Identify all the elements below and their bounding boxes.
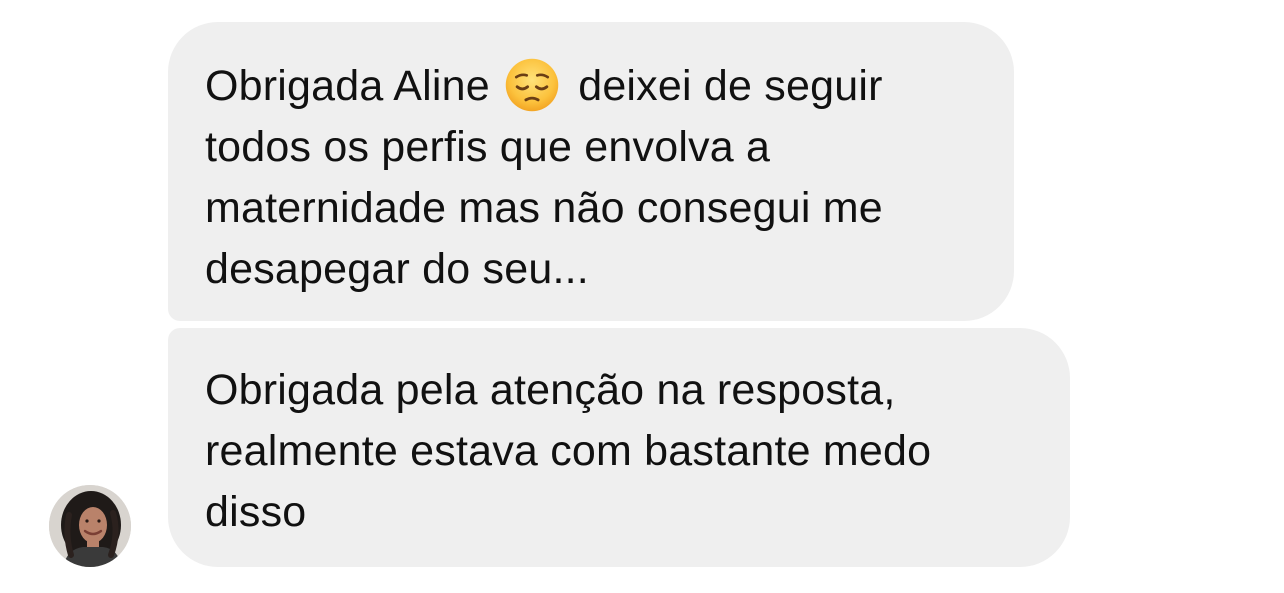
message-bubble-1[interactable]: Obrigada Aline deixei de seguir todos os… [168, 22, 1014, 321]
message-2-line-2: realmente estava com bastante medo [205, 427, 932, 475]
message-2-line-1: Obrigada pela atenção na resposta, [205, 366, 896, 414]
message-1-line-2: todos os perfis que envolva a [205, 123, 771, 171]
message-bubble-2[interactable]: Obrigada pela atenção na resposta, realm… [168, 328, 1070, 567]
profile-photo-icon [49, 485, 131, 567]
message-1-line-1-start: Obrigada Aline [205, 62, 490, 110]
message-2-line-3: disso [205, 488, 307, 536]
message-1-line-3: maternidade mas não consegui me [205, 184, 883, 232]
pensive-face-emoji-icon [505, 58, 559, 111]
avatar[interactable] [49, 485, 131, 567]
message-1-line-1: Obrigada Aline deixei de seguir [205, 56, 978, 117]
message-1-line-4: desapegar do seu... [205, 245, 589, 293]
message-1-line-1-end: deixei de seguir [578, 62, 883, 110]
